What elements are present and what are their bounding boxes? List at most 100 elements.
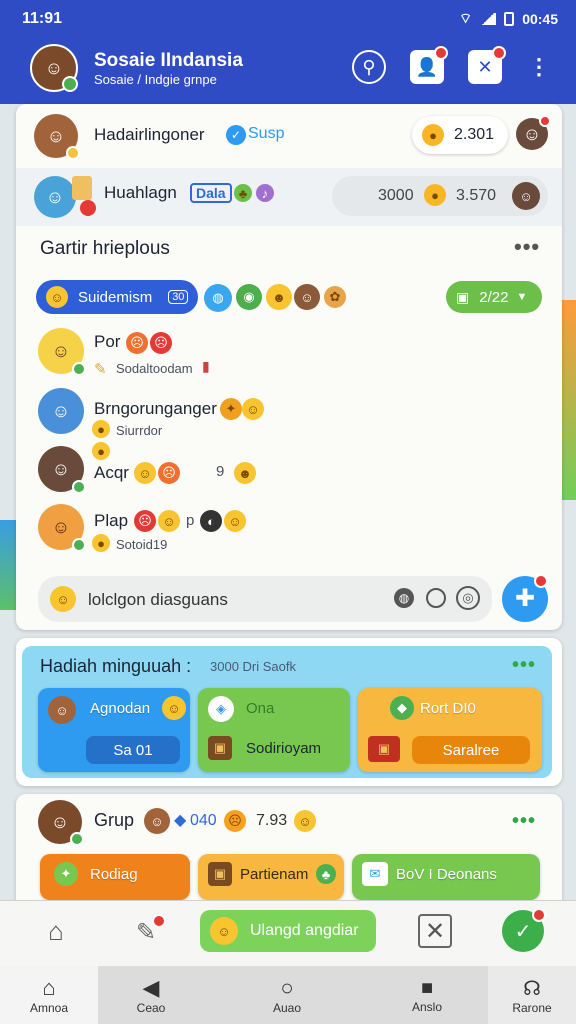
cookie-icon[interactable]: ✿ [324, 286, 346, 308]
member-status: Sodaltoodam [116, 361, 193, 376]
nav-home[interactable]: ⌂ Amnoa [0, 966, 98, 1024]
member-name: Acqr [94, 463, 129, 482]
badge-icon: ◈ [208, 696, 234, 722]
globe-icon[interactable]: ◍ [204, 284, 232, 312]
globe-icon[interactable]: ◍ [394, 588, 414, 608]
group-avatar[interactable]: ☺ [38, 800, 84, 846]
coin-balance[interactable]: ● 2.301 [412, 116, 508, 154]
more-options-button[interactable]: ••• [512, 810, 536, 833]
more-menu-button[interactable]: ⋮ [522, 50, 556, 84]
share-icon: ✕ [424, 917, 446, 945]
wink-icon[interactable]: ☻ [266, 284, 292, 310]
more-options-button[interactable]: ••• [514, 234, 540, 260]
add-button[interactable]: ✚ [502, 574, 548, 622]
group-value: 040 [190, 812, 217, 829]
online-indicator [70, 832, 84, 846]
profile-avatar[interactable]: ☺ [30, 44, 78, 92]
group-tile[interactable]: ✦ Rodiag [40, 854, 190, 900]
more-options-button[interactable]: ••• [512, 654, 536, 677]
circle-icon: ○ [280, 975, 294, 1000]
section-title: Gartir hrieplous [40, 238, 170, 259]
nav-home-circle[interactable]: ○ Auao [252, 966, 322, 1024]
person-icon[interactable]: ☺ [294, 284, 320, 310]
smile-icon: ☺ [46, 286, 68, 308]
group-tile-label: BoV I Deonans [396, 866, 497, 883]
score-chip[interactable]: ▣ 2/22 ▼ [446, 281, 542, 313]
angry-icon: ☹ [134, 510, 156, 532]
mic-icon[interactable]: ◎ [456, 586, 480, 610]
more-vertical-icon: ⋮ [528, 54, 550, 79]
gift-tile[interactable]: ◆ Rort DI0 ▣ Saralree [358, 688, 542, 772]
gift-tile-button[interactable]: Sodirioyam [246, 740, 321, 757]
check-button[interactable]: ✓ [502, 908, 546, 952]
chest-icon: ▣ [208, 862, 232, 886]
gift-tile-label: Agnodan [90, 700, 151, 717]
gift-title: Hadiah minguuah : [40, 656, 192, 676]
stats-pill[interactable]: 3000 ● 3.570 ☺ [332, 176, 548, 216]
nav-recents[interactable]: ■ Anslo [392, 966, 462, 1024]
friend-avatar[interactable]: ☺ [516, 115, 551, 150]
chat-button[interactable]: ✎ [126, 914, 166, 950]
gift-tile-label: Ona [246, 700, 275, 717]
smile-icon: ☺ [294, 810, 316, 832]
plus-icon: ✚ [514, 585, 536, 612]
member-avatar[interactable]: ☺ [38, 388, 84, 434]
group-tile-label: Rodiag [90, 866, 138, 883]
message-input[interactable]: ☺ lolclgon diasguans ◍ ◎ [38, 576, 492, 622]
profile-icon: ☊ [523, 977, 541, 1000]
member-avatar[interactable]: ☺ [38, 446, 86, 494]
stat-value: 3000 [378, 187, 414, 204]
person-icon: ☺ [144, 808, 170, 834]
smile-icon: ☺ [210, 917, 238, 945]
share-button[interactable]: ✕ [468, 46, 506, 84]
user-name: Hadairlingoner [94, 125, 205, 144]
gem-icon: ◆ [390, 696, 414, 720]
status-time: 11:91 [22, 10, 63, 27]
home-button[interactable]: ⌂ [38, 914, 74, 948]
gift-tile[interactable]: ☺ Agnodan ☺ Sa 01 [38, 688, 190, 772]
person-icon: ☺ [38, 388, 84, 434]
group-value: 7.93 [256, 812, 288, 829]
gift-tile[interactable]: ◈ Ona ▣ Sodirioyam [198, 688, 350, 772]
circle-icon[interactable] [426, 588, 446, 608]
notification-badge [532, 908, 546, 922]
coin-icon: ● [92, 534, 110, 552]
emoji-picker-icon[interactable]: ☺ [50, 586, 76, 612]
angry-icon: ☹ [158, 462, 180, 484]
user-avatar[interactable]: ☺ [34, 176, 76, 218]
gift-tile-button[interactable]: Saralree [412, 736, 530, 764]
home-icon: ⌂ [48, 915, 64, 946]
add-friend-button[interactable]: 👤 [410, 46, 448, 84]
background-decoration [560, 300, 576, 500]
share-button[interactable]: ✕ [418, 914, 452, 948]
online-indicator [72, 362, 86, 376]
person-icon: ☺ [34, 176, 76, 218]
filter-chip[interactable]: ☺ Suidemism 30 [36, 280, 198, 314]
nav-profile[interactable]: ☊ Rarone [488, 966, 576, 1024]
group-tile[interactable]: ✉ BoV I Deonans [352, 854, 540, 900]
nav-back[interactable]: ◀ Ceao [116, 966, 186, 1024]
group-title: Grup [94, 810, 135, 830]
center-action-button[interactable]: ☺ Ulangd angdiar [200, 910, 376, 952]
heart-icon [80, 200, 96, 216]
card-icon [72, 176, 92, 200]
game-icon[interactable]: ◉ [236, 284, 262, 310]
app-title: Sosaie IIndansia [94, 50, 243, 71]
user-avatar[interactable]: ☺ [34, 114, 80, 160]
verified-icon: ✓ [226, 125, 246, 145]
search-button[interactable]: ⚲ [352, 50, 386, 84]
sunglasses-icon: ◐ [200, 510, 222, 532]
square-icon: ■ [420, 976, 434, 999]
member-status: Siurrdor [116, 423, 163, 438]
star-face-icon: ✦ [220, 398, 242, 420]
navigation-bar: ⌂ Amnoa ◀ Ceao ○ Auao ■ Anslo ☊ Rarone [0, 966, 576, 1024]
center-action-label: Ulangd angdiar [250, 922, 359, 939]
home-icon: ⌂ [42, 975, 56, 1000]
member-avatar[interactable]: ☺ [38, 328, 86, 376]
back-icon: ◀ [142, 975, 160, 1000]
notification-badge [152, 914, 166, 928]
group-tile[interactable]: ▣ Partienam ♣ [198, 854, 344, 900]
member-avatar[interactable]: ☺ [38, 504, 86, 552]
gift-tile-button[interactable]: Sa 01 [86, 736, 180, 764]
coin-value: 2.301 [454, 126, 495, 143]
